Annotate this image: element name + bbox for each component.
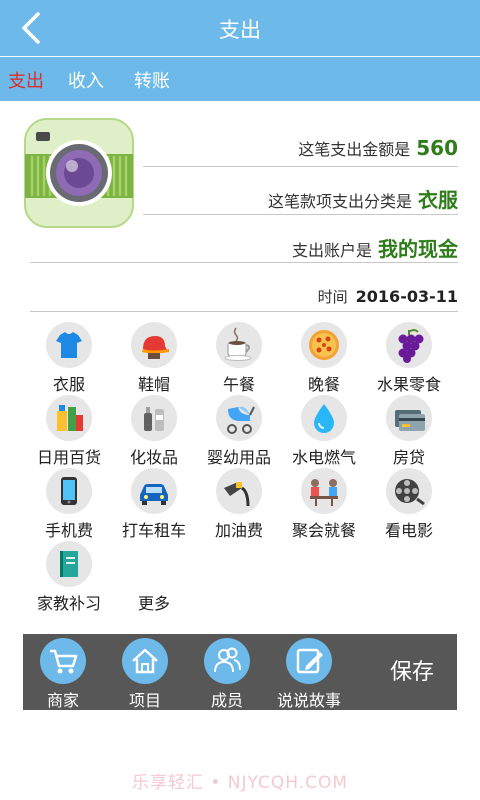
amount-value: 560 xyxy=(416,136,458,160)
groceries-icon xyxy=(57,405,83,431)
tshirt-icon xyxy=(56,332,82,358)
account-row[interactable]: 支出账户是 我的现金 xyxy=(292,233,458,262)
category-label: 加油费 xyxy=(214,521,263,540)
merchant-label: 商家 xyxy=(46,691,79,710)
project-label: 项目 xyxy=(128,691,161,710)
amount-label: 这笔支出金额是 xyxy=(298,140,411,159)
category-item-mortgage[interactable]: 房贷 xyxy=(364,395,454,467)
water-drop-icon xyxy=(314,404,334,433)
divider xyxy=(143,214,458,215)
cap-icon xyxy=(142,336,169,359)
divider xyxy=(30,311,458,312)
divider xyxy=(143,166,458,167)
tab-transfer[interactable]: 转账 xyxy=(134,67,170,93)
category-label: 看电影 xyxy=(384,521,433,540)
category-label: 房贷 xyxy=(392,448,425,467)
category-label: 午餐 xyxy=(222,375,255,394)
category-label: 衣服 xyxy=(52,375,85,394)
category-label: 水果零食 xyxy=(376,375,441,394)
story-button[interactable]: 说说故事 xyxy=(269,638,349,710)
account-label: 支出账户是 xyxy=(291,241,372,260)
category-label: 日用百货 xyxy=(36,448,101,467)
car-icon xyxy=(140,484,168,505)
date-value: 2016-03-11 xyxy=(355,287,458,306)
phone-icon xyxy=(61,477,77,505)
fuel-nozzle-icon xyxy=(224,482,250,507)
category-item-more[interactable]: 更多 xyxy=(109,541,199,613)
category-item-baby[interactable]: 婴幼用品 xyxy=(194,395,284,467)
category-item-daily-goods[interactable]: 日用百货 xyxy=(24,395,114,467)
category-item-utilities[interactable]: 水电燃气 xyxy=(279,395,369,467)
project-button[interactable]: 项目 xyxy=(105,638,185,710)
cart-icon xyxy=(50,649,78,674)
category-item-lunch[interactable]: 午餐 xyxy=(194,322,284,394)
cosmetics-icon xyxy=(144,407,164,431)
date-label: 时间 xyxy=(317,288,348,306)
merchant-button[interactable]: 商家 xyxy=(23,638,103,710)
category-item-movie[interactable]: 看电影 xyxy=(364,468,454,540)
book-icon xyxy=(60,551,78,577)
save-button[interactable]: 保存 xyxy=(377,654,447,690)
category-label: 水电燃气 xyxy=(291,448,356,467)
category-item-gathering[interactable]: 聚会就餐 xyxy=(279,468,369,540)
category-label: 这笔款项支出分类是 xyxy=(267,192,412,211)
category-label: 化妆品 xyxy=(129,448,178,467)
watermark: 乐享轻汇 • NJYCQH.COM xyxy=(131,773,349,793)
category-item-phone-bill[interactable]: 手机费 xyxy=(24,468,114,540)
category-label: 婴幼用品 xyxy=(206,448,271,467)
category-label: 更多 xyxy=(137,594,170,613)
category-label: 晚餐 xyxy=(307,375,340,394)
category-item-hats[interactable]: 鞋帽 xyxy=(109,322,199,394)
tab-expense[interactable]: 支出 xyxy=(8,67,44,93)
coffee-cup-icon xyxy=(224,327,252,361)
tab-bar: 支出 收入 转账 xyxy=(0,57,480,101)
category-item-fruit[interactable]: 水果零食 xyxy=(364,322,454,394)
category-item-cosmetics[interactable]: 化妆品 xyxy=(109,395,199,467)
grapes-icon xyxy=(398,329,424,363)
category-item-tutoring[interactable]: 家教补习 xyxy=(24,541,114,613)
category-label: 鞋帽 xyxy=(137,375,170,394)
category-label: 家教补习 xyxy=(36,594,101,613)
camera-icon xyxy=(24,118,134,228)
page-title: 支出 xyxy=(219,18,261,42)
category-row[interactable]: 这笔款项支出分类是 衣服 xyxy=(268,184,458,213)
people-icon xyxy=(214,647,241,673)
tab-income[interactable]: 收入 xyxy=(68,67,104,93)
date-row[interactable]: 时间 2016-03-11 xyxy=(318,286,458,307)
stroller-icon xyxy=(227,406,255,434)
pizza-icon xyxy=(309,330,339,360)
title-bar: 支出 xyxy=(0,0,480,56)
category-item-fuel[interactable]: 加油费 xyxy=(194,468,284,540)
bank-card-icon xyxy=(395,410,425,431)
category-item-taxi[interactable]: 打车租车 xyxy=(109,468,199,540)
category-item-dinner[interactable]: 晚餐 xyxy=(279,322,369,394)
member-button[interactable]: 成员 xyxy=(187,638,267,710)
category-label: 打车租车 xyxy=(121,521,186,540)
category-item-clothes[interactable]: 衣服 xyxy=(24,322,114,394)
category-label: 手机费 xyxy=(44,521,93,540)
house-icon xyxy=(132,648,158,674)
category-label: 聚会就餐 xyxy=(291,521,356,540)
edit-icon xyxy=(296,648,323,674)
category-value: 衣服 xyxy=(418,188,458,212)
camera-button[interactable] xyxy=(24,118,134,228)
story-label: 说说故事 xyxy=(276,691,341,710)
member-label: 成员 xyxy=(210,691,243,710)
film-reel-icon xyxy=(395,479,425,506)
amount-row[interactable]: 这笔支出金额是 560 xyxy=(298,136,458,160)
account-value: 我的现金 xyxy=(378,237,458,261)
dining-icon xyxy=(310,479,338,506)
divider xyxy=(30,262,458,263)
bottom-toolbar: 商家 项目 成员 说说故事 保存 xyxy=(23,634,457,710)
